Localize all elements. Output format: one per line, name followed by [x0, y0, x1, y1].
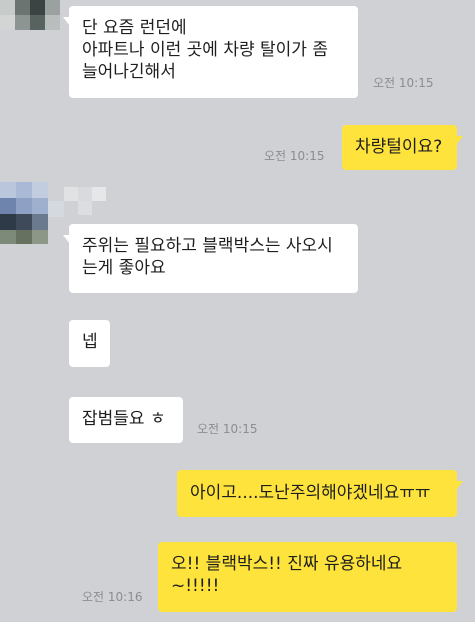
message-timestamp: 오전 10:16 — [82, 590, 143, 604]
incoming-message-bubble[interactable]: 잡범들요 ㅎ — [69, 397, 183, 443]
sender-avatar-icon[interactable] — [0, 0, 60, 30]
incoming-message-bubble[interactable]: 넵 — [69, 320, 110, 367]
message-timestamp: 오전 10:15 — [197, 422, 258, 436]
outgoing-message-bubble[interactable]: 차량털이요? — [342, 125, 463, 170]
message-timestamp: 오전 10:15 — [264, 149, 325, 163]
outgoing-message-bubble[interactable]: 오!! 블랙박스!! 진짜 유용하네요 ~!!!!! — [158, 542, 457, 612]
incoming-message-bubble[interactable]: 주위는 필요하고 블랙박스는 사오시 는게 좋아요 — [63, 224, 358, 293]
message-timestamp: 오전 10:15 — [373, 76, 434, 90]
incoming-message-bubble[interactable]: 단 요즘 런던에 아파트나 이런 곳에 차량 탈이가 좀 늘어나긴해서 — [63, 6, 358, 98]
outgoing-message-bubble[interactable]: 아이고....도난주의해야겠네요ㅠㅠ — [177, 470, 463, 517]
